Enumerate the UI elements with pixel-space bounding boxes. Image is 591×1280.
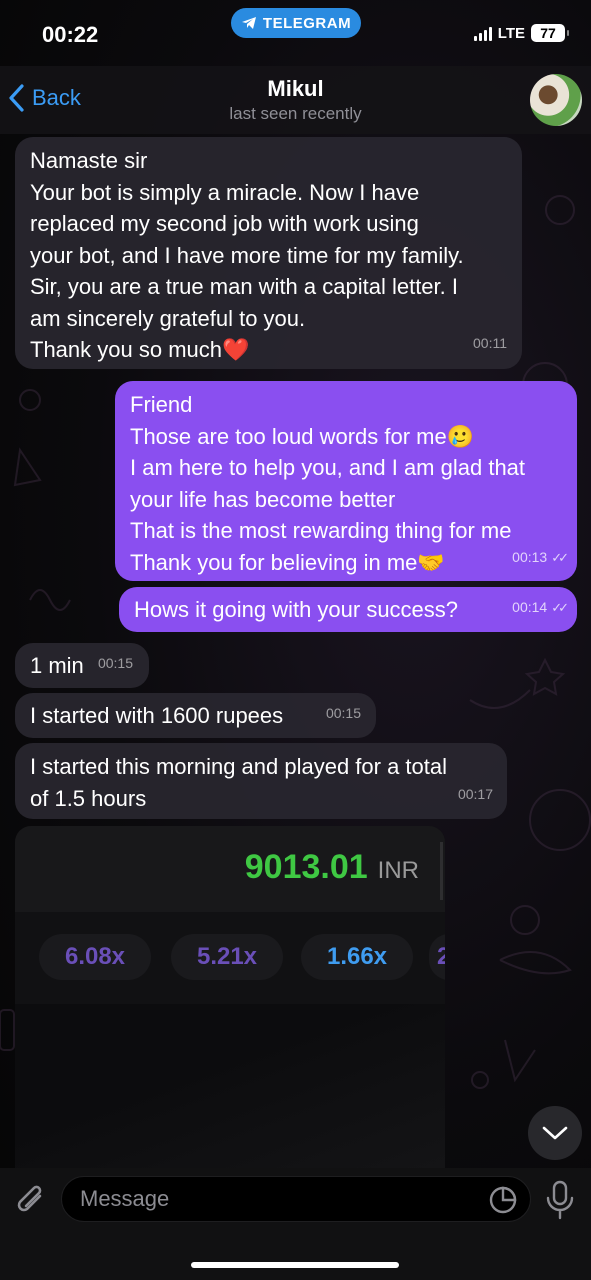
avatar[interactable] bbox=[530, 74, 582, 126]
message-line: Thank you so much❤️ bbox=[30, 337, 250, 362]
message-line: replaced my second job with work using bbox=[30, 211, 419, 236]
message-input[interactable] bbox=[80, 1186, 460, 1212]
signal-icon bbox=[473, 25, 492, 41]
message-time: 00:15 bbox=[97, 654, 133, 671]
message-time: 00:11 bbox=[473, 334, 507, 351]
message-field[interactable] bbox=[61, 1176, 531, 1222]
message-line: Sir, you are a true man with a capital l… bbox=[30, 274, 458, 299]
message-line: I am here to help you, and I am glad tha… bbox=[130, 455, 526, 480]
read-checks-icon: ✓✓ bbox=[551, 599, 569, 615]
message-outgoing[interactable]: Hows it going with your success? 00:14 ✓✓ bbox=[119, 587, 577, 632]
multiplier-chip: 1.66x bbox=[301, 934, 413, 980]
image-message[interactable]: 9013.01 INR 6.08x 5.21x 1.66x 2 bbox=[15, 826, 445, 1172]
message-line: I started with 1600 rupees bbox=[30, 703, 284, 728]
message-incoming[interactable]: 1 min 00:15 bbox=[15, 643, 149, 688]
message-line: Namaste sir bbox=[30, 148, 148, 173]
message-meta: 00:14 ✓✓ bbox=[512, 592, 569, 624]
message-incoming[interactable]: I started this morning and played for a … bbox=[15, 743, 507, 819]
balance-value: 9013.01 bbox=[244, 848, 368, 886]
image-balance-bar: 9013.01 INR bbox=[15, 826, 445, 912]
status-bar: 00:22 TELEGRAM LTE 77 bbox=[0, 0, 591, 66]
message-line: Hows it going with your success? bbox=[134, 597, 459, 622]
balance-currency: INR bbox=[377, 857, 419, 884]
telegram-pill[interactable]: TELEGRAM bbox=[231, 8, 361, 38]
message-incoming[interactable]: Namaste sir Your bot is simply a miracle… bbox=[15, 137, 522, 369]
battery-icon: 77 bbox=[531, 24, 569, 42]
message-line: of 1.5 hours bbox=[30, 785, 147, 811]
multiplier-chip: 6.08x bbox=[39, 934, 151, 980]
multiplier-label: 2 bbox=[437, 943, 445, 970]
balance-display: 9013.01 INR bbox=[245, 848, 419, 887]
contact-name[interactable]: Mikul bbox=[0, 76, 591, 102]
message-line: Those are too loud words for me🥲 bbox=[130, 423, 475, 449]
message-time: 00:14 bbox=[512, 598, 548, 615]
multiplier-chip: 5.21x bbox=[171, 934, 283, 980]
microphone-icon[interactable] bbox=[545, 1180, 575, 1220]
message-line: your bot, and I have more time for my fa… bbox=[30, 242, 464, 268]
message-time: 00:13 bbox=[512, 548, 548, 565]
sticker-icon[interactable] bbox=[488, 1185, 518, 1215]
scroll-down-button[interactable] bbox=[528, 1106, 582, 1160]
read-checks-icon: ✓✓ bbox=[551, 549, 569, 565]
image-body bbox=[15, 1004, 445, 1172]
telegram-icon bbox=[241, 17, 256, 29]
battery-level: 77 bbox=[540, 25, 556, 41]
divider bbox=[440, 842, 443, 900]
status-indicators: LTE 77 bbox=[473, 24, 569, 42]
status-time: 00:22 bbox=[42, 22, 99, 47]
message-line: Thank you for believing in me🤝 bbox=[130, 549, 445, 575]
message-meta: 00:13 ✓✓ bbox=[512, 542, 569, 574]
message-line: Your bot is simply a miracle. Now I have bbox=[30, 179, 420, 205]
network-type: LTE bbox=[497, 24, 525, 42]
chevron-down-icon bbox=[542, 1126, 568, 1140]
attach-icon[interactable] bbox=[14, 1182, 48, 1220]
message-incoming[interactable]: I started with 1600 rupees 00:15 bbox=[15, 693, 376, 738]
message-line: That is the most rewarding thing for me bbox=[130, 518, 512, 543]
chat-header: Back Mikul last seen recently bbox=[0, 66, 591, 134]
message-outgoing[interactable]: Friend Those are too loud words for me🥲 … bbox=[115, 381, 577, 581]
multiplier-row: 6.08x 5.21x 1.66x 2 bbox=[15, 912, 445, 1004]
multiplier-chip: 2 bbox=[429, 934, 445, 980]
message-line: your life has become better bbox=[130, 486, 396, 512]
message-time: 00:17 bbox=[457, 785, 493, 802]
home-indicator[interactable] bbox=[191, 1262, 399, 1268]
multiplier-label: 5.21x bbox=[196, 943, 258, 970]
message-time: 00:15 bbox=[325, 704, 361, 721]
message-line: Friend bbox=[130, 392, 193, 417]
message-line: I started this morning and played for a … bbox=[30, 754, 448, 779]
multiplier-label: 1.66x bbox=[326, 943, 388, 970]
message-line: am sincerely grateful to you. bbox=[30, 305, 306, 331]
telegram-pill-label: TELEGRAM bbox=[262, 14, 352, 32]
multiplier-label: 6.08x bbox=[64, 943, 126, 970]
contact-status: last seen recently bbox=[229, 104, 362, 123]
